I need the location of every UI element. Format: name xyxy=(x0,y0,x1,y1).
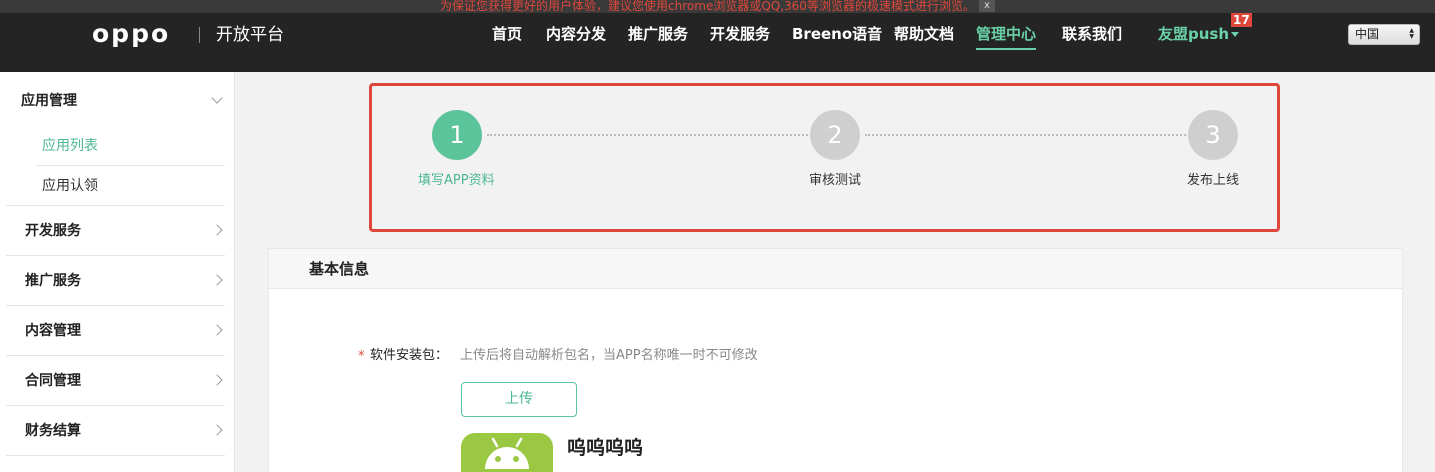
step-1-label: 填写APP资料 xyxy=(418,173,495,188)
sidebar-group-finance-settlement[interactable]: 财务结算 xyxy=(6,406,225,456)
sidebar-group-dev-services[interactable]: 开发服务 xyxy=(6,206,225,256)
chevron-right-icon xyxy=(211,374,223,386)
android-robot-icon xyxy=(485,437,529,469)
app-name: 呜呜呜呜 xyxy=(567,437,644,459)
nav-item-dev-services[interactable]: 开发服务 xyxy=(710,22,770,46)
sidebar-group-promotion-services[interactable]: 推广服务 xyxy=(6,256,225,306)
nav-item-contact-us[interactable]: 联系我们 xyxy=(1062,22,1122,46)
chevron-down-icon xyxy=(211,92,223,104)
caret-down-icon xyxy=(1231,32,1240,37)
region-select-value: 中国 xyxy=(1355,27,1380,41)
panel-header: 基本信息 xyxy=(269,249,1402,289)
top-navigation-bar: 为保证您获得更好的用户体验，建议您使用chrome浏览器或QQ,360等浏览器的… xyxy=(0,0,1435,72)
chevron-right-icon xyxy=(211,274,223,286)
oppo-logo[interactable]: oppo xyxy=(92,21,170,46)
sidebar-sub-divider xyxy=(36,165,225,166)
package-field-hint: 上传后将自动解析包名，当APP名称唯一时不可修改 xyxy=(460,348,758,363)
region-select[interactable]: 中国 ▲ ▼ xyxy=(1348,24,1420,45)
nav-item-promotion-services[interactable]: 推广服务 xyxy=(628,22,688,46)
nav-item-content-distribution[interactable]: 内容分发 xyxy=(546,22,606,46)
browser-notice-banner: 为保证您获得更好的用户体验，建议您使用chrome浏览器或QQ,360等浏览器的… xyxy=(0,0,1435,13)
step-1-circle: 1 xyxy=(432,110,482,160)
user-name: 友盟push xyxy=(1158,25,1230,43)
sidebar-group-title: 合同管理 xyxy=(25,373,81,389)
sidebar-group-title: 推广服务 xyxy=(25,273,81,289)
step-2-circle: 2 xyxy=(810,110,860,160)
nav-item-home[interactable]: 首页 xyxy=(492,22,522,46)
sidebar-group-header-app-management[interactable]: 应用管理 xyxy=(6,82,225,122)
sidebar-item-app-claim[interactable]: 应用认领 xyxy=(42,176,98,196)
browser-notice-text: 为保证您获得更好的用户体验，建议您使用chrome浏览器或QQ,360等浏览器的… xyxy=(440,0,975,13)
sidebar-group-title: 财务结算 xyxy=(25,423,81,439)
upload-button[interactable]: 上传 xyxy=(461,382,577,417)
user-menu[interactable]: 友盟push xyxy=(1158,22,1240,46)
android-app-icon xyxy=(461,433,553,472)
required-mark: * xyxy=(358,349,365,364)
sidebar-group-contract-management[interactable]: 合同管理 xyxy=(6,356,225,406)
sidebar-group-title: 开发服务 xyxy=(25,223,81,239)
nav-item-management-center[interactable]: 管理中心 xyxy=(976,22,1037,50)
platform-subtitle: 开放平台 xyxy=(216,25,284,45)
progress-stepper: 1 2 3 填写APP资料 审核测试 发布上线 xyxy=(369,83,1280,232)
package-field-label: 软件安装包： xyxy=(370,348,449,363)
step-3-label: 发布上线 xyxy=(1187,173,1240,188)
sidebar-group-app-management: 应用管理 应用列表 应用认领 xyxy=(6,72,225,206)
sidebar-group-title: 内容管理 xyxy=(25,323,81,339)
basic-info-panel: 基本信息 * 软件安装包： 上传后将自动解析包名，当APP名称唯一时不可修改 上… xyxy=(268,248,1403,472)
step-2-label: 审核测试 xyxy=(809,173,862,188)
sidebar-item-app-list[interactable]: 应用列表 xyxy=(42,136,98,156)
nav-item-help-docs[interactable]: 帮助文档 xyxy=(894,22,954,46)
select-arrows-icon: ▲ ▼ xyxy=(1409,27,1414,40)
step-connector xyxy=(487,134,812,136)
step-3-circle: 3 xyxy=(1188,110,1238,160)
notice-close-button[interactable]: x xyxy=(978,0,995,12)
chevron-right-icon xyxy=(211,424,223,436)
step-connector xyxy=(865,134,1190,136)
notification-badge[interactable]: 17 xyxy=(1231,13,1252,27)
sidebar: 应用管理 应用列表 应用认领 开发服务 推广服务 内容管理 合同管理 财务结算 xyxy=(0,72,235,472)
sidebar-group-title: 应用管理 xyxy=(21,93,77,109)
logo-divider xyxy=(199,27,200,43)
nav-item-breeno-voice[interactable]: Breeno语音 xyxy=(792,22,882,46)
panel-title: 基本信息 xyxy=(309,260,370,278)
sidebar-group-content-management[interactable]: 内容管理 xyxy=(6,306,225,356)
chevron-right-icon xyxy=(211,324,223,336)
chevron-right-icon xyxy=(211,224,223,236)
